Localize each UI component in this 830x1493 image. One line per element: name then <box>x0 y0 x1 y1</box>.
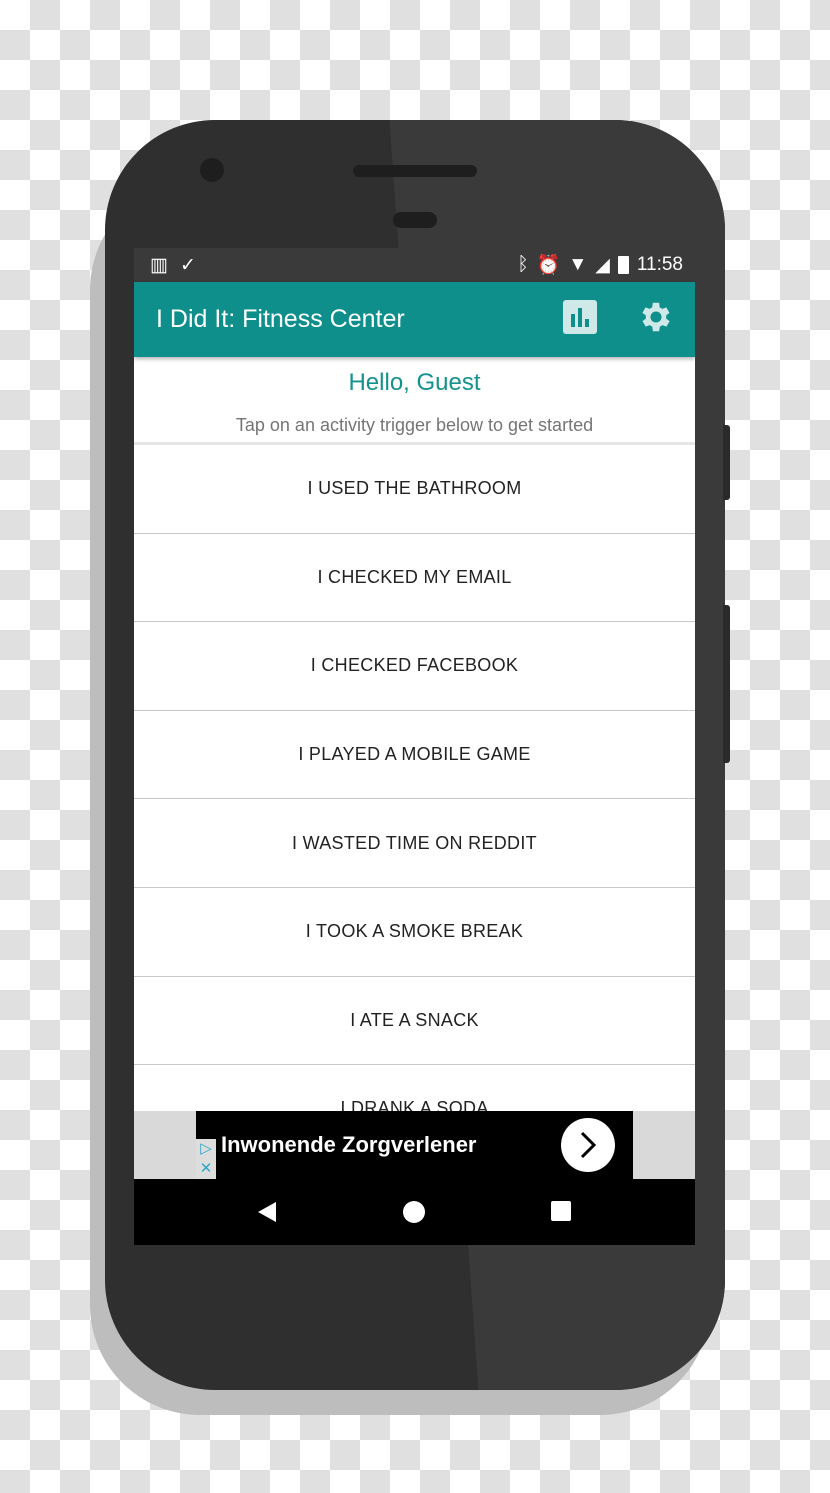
activity-button[interactable]: I CHECKED FACEBOOK <box>134 622 695 711</box>
status-bar: ▥ ✓ ᛒ ⏰ ▼ ◢ 11:58 <box>134 248 695 282</box>
activity-list: I USED THE BATHROOM I CHECKED MY EMAIL I… <box>134 445 695 1154</box>
screen: ▥ ✓ ᛒ ⏰ ▼ ◢ 11:58 I Did It: Fitness Cent… <box>134 248 695 1245</box>
speaker <box>353 165 477 177</box>
ad-text[interactable]: Inwonende Zorgverlener <box>221 1132 561 1158</box>
alarm-icon: ⏰ <box>536 255 561 276</box>
wifi-icon: ▼ <box>568 254 588 275</box>
clock: 11:58 <box>636 254 683 275</box>
briefcase-check-icon: ✓ <box>179 254 196 276</box>
ad-content[interactable]: Inwonende Zorgverlener <box>196 1111 633 1179</box>
close-icon[interactable]: ✕ <box>196 1159 216 1179</box>
bluetooth-icon: ᛒ <box>517 254 529 275</box>
sensor <box>393 212 437 228</box>
recents-icon[interactable] <box>550 1201 573 1223</box>
greeting-header: Hello, Guest Tap on an activity trigger … <box>134 357 695 445</box>
gear-icon[interactable] <box>637 298 675 341</box>
ad-choices[interactable]: ▷ ✕ <box>196 1139 216 1179</box>
activity-button[interactable]: I USED THE BATHROOM <box>134 445 695 534</box>
signal-icon: ◢ <box>595 254 610 276</box>
app-title: I Did It: Fitness Center <box>156 305 405 333</box>
navigation-bar <box>134 1179 695 1245</box>
chevron-right-icon[interactable] <box>561 1118 615 1172</box>
volume-button <box>723 605 730 763</box>
trello-icon: ▥ <box>150 254 168 276</box>
ad-banner: Inwonende Zorgverlener ▷ ✕ <box>134 1111 695 1179</box>
battery-icon <box>617 256 629 274</box>
activity-button[interactable]: I ATE A SNACK <box>134 977 695 1066</box>
activity-button[interactable]: I WASTED TIME ON REDDIT <box>134 799 695 888</box>
activity-button[interactable]: I PLAYED A MOBILE GAME <box>134 711 695 800</box>
home-icon[interactable] <box>402 1200 426 1224</box>
bar-chart-icon[interactable] <box>563 300 597 339</box>
front-camera <box>200 158 224 182</box>
greeting: Hello, Guest <box>348 369 481 396</box>
activity-button[interactable]: I CHECKED MY EMAIL <box>134 534 695 623</box>
back-icon[interactable] <box>256 1200 278 1224</box>
power-button <box>723 425 730 500</box>
instruction: Tap on an activity trigger below to get … <box>235 415 594 435</box>
activity-button[interactable]: I TOOK A SMOKE BREAK <box>134 888 695 977</box>
ad-choices-icon[interactable]: ▷ <box>196 1139 216 1159</box>
app-toolbar: I Did It: Fitness Center <box>134 282 695 357</box>
